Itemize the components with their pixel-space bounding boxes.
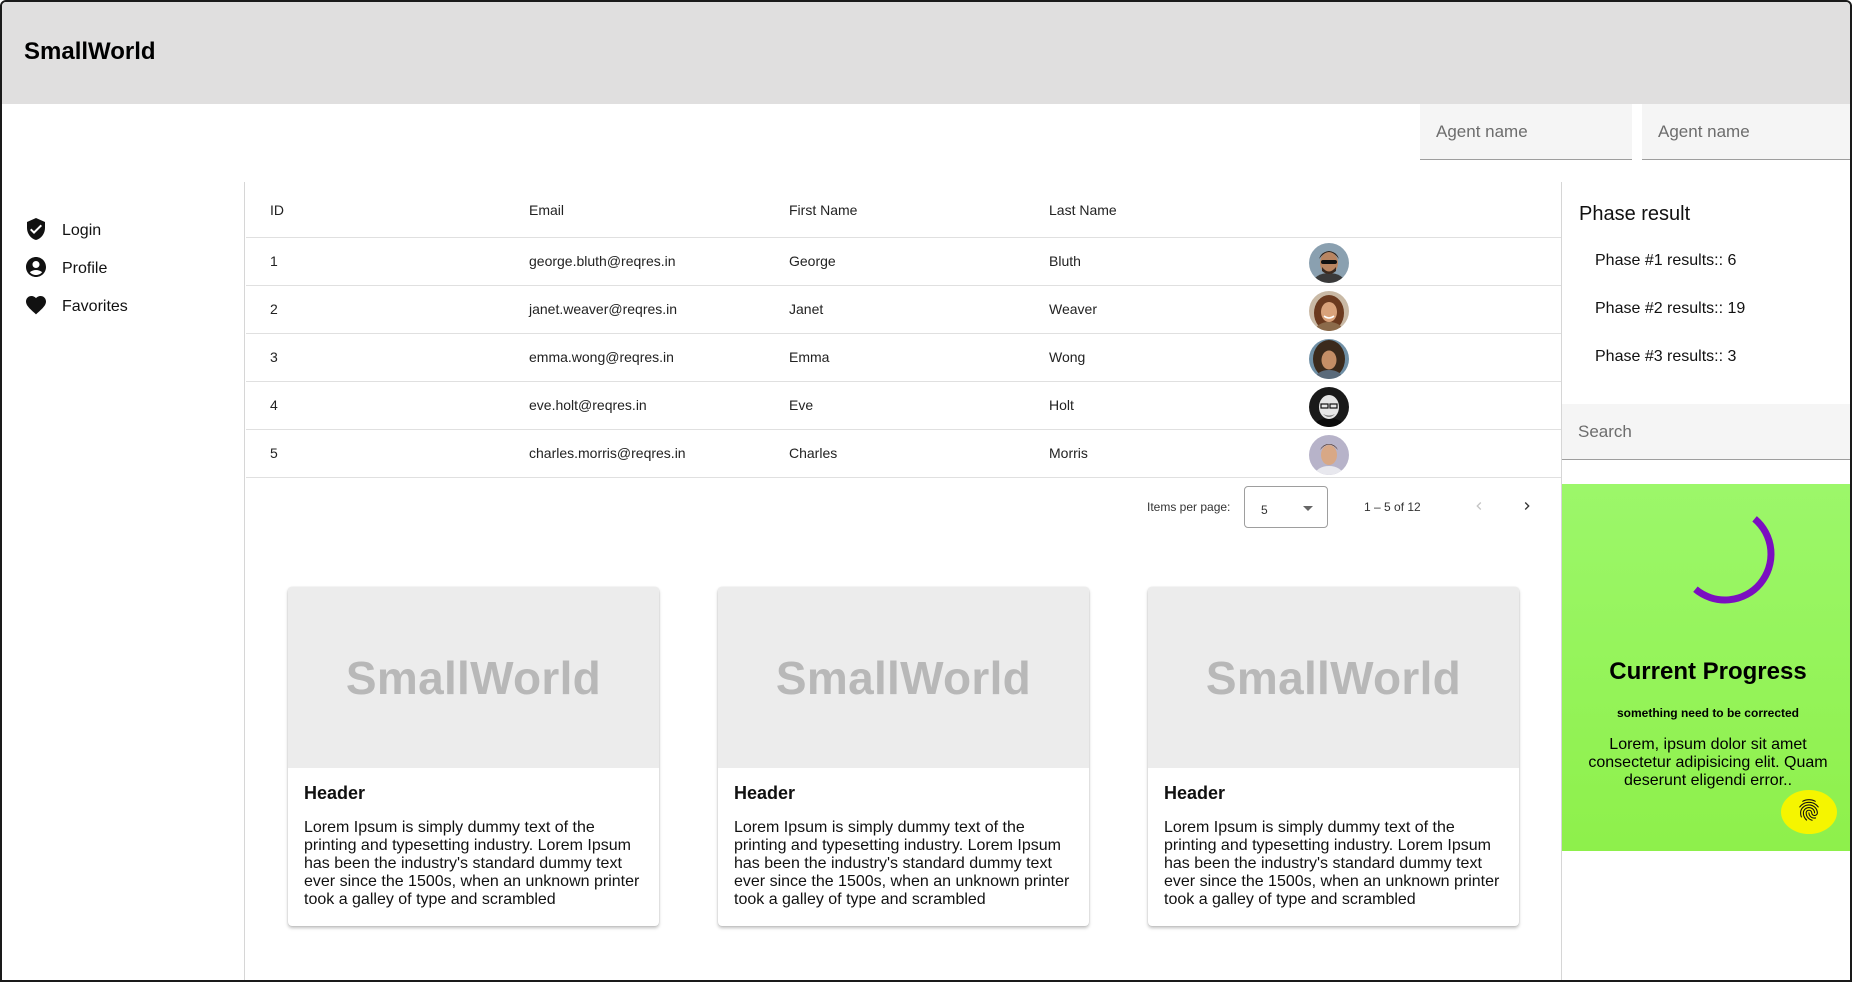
top-toolbar: SmallWorld (2, 2, 1850, 104)
avatar (1309, 291, 1349, 331)
cell-first-name: Eve (789, 397, 814, 413)
column-header-id: ID (270, 202, 284, 218)
agent-name-input-2[interactable]: Agent name (1642, 104, 1850, 160)
card-body-text: Lorem Ipsum is simply dummy text of the … (304, 819, 640, 908)
content-card: SmallWorld Header Lorem Ipsum is simply … (288, 587, 659, 926)
avatar (1309, 339, 1349, 379)
cell-id: 1 (270, 253, 278, 269)
column-header-last-name: Last Name (1049, 202, 1117, 218)
chevron-left-icon (1471, 498, 1487, 517)
cell-email: janet.weaver@reqres.in (529, 301, 678, 317)
cell-last-name: Bluth (1049, 253, 1081, 269)
cell-last-name: Holt (1049, 397, 1074, 413)
cell-first-name: Emma (789, 349, 830, 365)
cell-last-name: Wong (1049, 349, 1086, 365)
table-header-row: ID Email First Name Last Name (246, 182, 1561, 238)
cell-first-name: Charles (789, 445, 838, 461)
cell-id: 5 (270, 445, 278, 461)
phase-result-item: Phase #2 results:: 19 (1595, 300, 1746, 317)
fingerprint-icon (1796, 797, 1822, 828)
fingerprint-button[interactable] (1781, 790, 1837, 834)
table-row: 3 emma.wong@reqres.in Emma Wong (246, 334, 1561, 382)
app-title: SmallWorld (24, 38, 156, 65)
content-card: SmallWorld Header Lorem Ipsum is simply … (1148, 587, 1519, 926)
card-image-logo: SmallWorld (345, 651, 602, 704)
progress-body-text: Lorem, ipsum dolor sit amet consectetur … (1588, 736, 1828, 789)
card-image: SmallWorld (288, 587, 659, 768)
cell-id: 2 (270, 301, 278, 317)
cell-first-name: George (789, 253, 836, 269)
sidebar: Login Profile Favorites (2, 182, 245, 980)
cell-last-name: Morris (1049, 445, 1088, 461)
avatar (1309, 387, 1349, 427)
page-range-label: 1 – 5 of 12 (1364, 500, 1421, 514)
avatar (1309, 435, 1349, 475)
progress-spinner (1693, 516, 1775, 604)
content-card: SmallWorld Header Lorem Ipsum is simply … (718, 587, 1089, 926)
cell-email: eve.holt@reqres.in (529, 397, 647, 413)
card-header: Header (304, 783, 366, 803)
page-size-value: 5 (1261, 503, 1268, 517)
table-row: 4 eve.holt@reqres.in Eve Holt (246, 382, 1561, 430)
sidebar-item-label: Favorites (62, 298, 128, 315)
card-image-logo: SmallWorld (1205, 651, 1462, 704)
sidebar-item-profile[interactable]: Profile (24, 254, 107, 284)
phase-result-item: Phase #3 results:: 3 (1595, 348, 1737, 365)
avatar (1309, 243, 1349, 283)
card-header: Header (1164, 783, 1226, 803)
card-header: Header (734, 783, 796, 803)
heart-icon (24, 293, 48, 322)
search-input[interactable]: Search (1562, 404, 1850, 460)
table-row: 1 george.bluth@reqres.in George Bluth (246, 238, 1561, 286)
cell-email: charles.morris@reqres.in (529, 445, 686, 461)
search-placeholder: Search (1578, 422, 1632, 441)
card-image-logo: SmallWorld (775, 651, 1032, 704)
cell-id: 4 (270, 397, 278, 413)
card-image: SmallWorld (1148, 587, 1519, 768)
cell-id: 3 (270, 349, 278, 365)
sidebar-item-label: Login (62, 222, 102, 239)
page-size-select[interactable]: 5 (1244, 486, 1328, 528)
cell-last-name: Weaver (1049, 301, 1097, 317)
progress-subtitle: something need to be corrected (1616, 706, 1800, 720)
card-body-text: Lorem Ipsum is simply dummy text of the … (734, 819, 1070, 908)
phase-result-title: Phase result (1579, 203, 1691, 225)
items-per-page-label: Items per page: (1147, 500, 1231, 514)
card-body-text: Lorem Ipsum is simply dummy text of the … (1164, 819, 1500, 908)
cell-first-name: Janet (789, 301, 824, 317)
progress-title: Current Progress (1609, 658, 1807, 685)
phase-result-item: Phase #1 results:: 6 (1595, 252, 1737, 269)
shield-check-icon (24, 217, 48, 246)
chevron-down-icon (1303, 506, 1313, 511)
sidebar-item-favorites[interactable]: Favorites (24, 292, 128, 322)
card-image: SmallWorld (718, 587, 1089, 768)
cell-email: george.bluth@reqres.in (529, 253, 676, 269)
account-circle-icon (24, 255, 48, 284)
agent-name-placeholder: Agent name (1658, 122, 1750, 141)
table-row: 5 charles.morris@reqres.in Charles Morri… (246, 430, 1561, 478)
chevron-right-icon (1519, 498, 1535, 517)
cell-email: emma.wong@reqres.in (529, 349, 674, 365)
paginator: Items per page: 5 1 – 5 of 12 (246, 484, 1561, 532)
previous-page-button[interactable] (1462, 490, 1496, 524)
agent-name-input[interactable]: Agent name (1420, 104, 1632, 160)
agent-name-placeholder: Agent name (1436, 122, 1528, 141)
app-window: SmallWorld Agent name Agent name Login P… (0, 0, 1852, 982)
progress-card: Current Progress something need to be co… (1562, 484, 1850, 851)
sidebar-item-label: Profile (62, 260, 108, 277)
column-header-first-name: First Name (789, 202, 858, 218)
table-row: 2 janet.weaver@reqres.in Janet Weaver (246, 286, 1561, 334)
column-header-email: Email (529, 202, 565, 218)
sidebar-item-login[interactable]: Login (24, 216, 101, 246)
next-page-button[interactable] (1510, 490, 1544, 524)
